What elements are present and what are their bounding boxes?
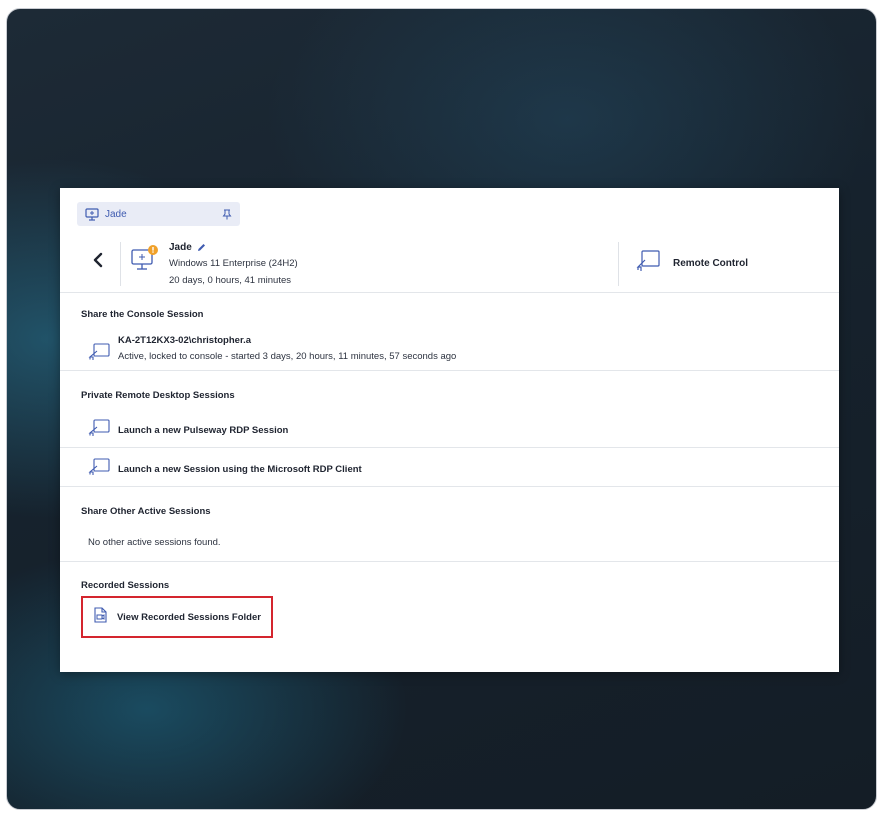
header-divider bbox=[120, 242, 121, 286]
remote-control-label: Remote Control bbox=[673, 257, 748, 269]
remote-control-button[interactable]: Remote Control bbox=[635, 249, 748, 277]
device-tab-label: Jade bbox=[105, 208, 127, 220]
view-recorded-sessions-label: View Recorded Sessions Folder bbox=[117, 611, 261, 623]
microsoft-rdp-item[interactable]: Launch a new Session using the Microsoft… bbox=[88, 458, 362, 481]
divider bbox=[60, 447, 839, 448]
divider bbox=[60, 292, 839, 293]
remote-control-panel: Jade Jade Windows 11 Enterprise (24H2) 2… bbox=[60, 188, 839, 672]
section-title-recorded: Recorded Sessions bbox=[81, 580, 170, 591]
device-name: Jade bbox=[169, 242, 206, 253]
remote-session-icon bbox=[88, 458, 110, 481]
pulseway-rdp-item[interactable]: Launch a new Pulseway RDP Session bbox=[88, 419, 288, 442]
device-os: Windows 11 Enterprise (24H2) bbox=[169, 258, 298, 269]
header-divider-right bbox=[618, 242, 619, 286]
section-title-private: Private Remote Desktop Sessions bbox=[81, 390, 235, 401]
device-uptime: 20 days, 0 hours, 41 minutes bbox=[169, 275, 291, 286]
pin-icon[interactable] bbox=[222, 209, 232, 220]
console-session-user: KA-2T12KX3-02\christopher.a bbox=[118, 335, 252, 346]
pulseway-rdp-label: Launch a new Pulseway RDP Session bbox=[118, 425, 289, 436]
device-tab[interactable]: Jade bbox=[77, 202, 240, 226]
divider bbox=[60, 486, 839, 487]
desktop-background: Jade Jade Windows 11 Enterprise (24H2) 2… bbox=[6, 8, 877, 810]
remote-session-icon bbox=[635, 249, 661, 277]
divider bbox=[60, 370, 839, 371]
remote-session-icon bbox=[88, 343, 110, 366]
device-name-text: Jade bbox=[169, 242, 192, 253]
console-session-item[interactable]: KA-2T12KX3-02\christopher.a Active, lock… bbox=[88, 333, 588, 367]
section-title-console: Share the Console Session bbox=[81, 309, 204, 320]
device-header: Jade Windows 11 Enterprise (24H2) 20 day… bbox=[60, 236, 839, 292]
microsoft-rdp-label: Launch a new Session using the Microsoft… bbox=[118, 464, 362, 475]
chevron-left-icon bbox=[93, 252, 103, 273]
device-status-icon bbox=[130, 244, 162, 274]
video-file-icon bbox=[94, 606, 107, 628]
view-recorded-sessions-button[interactable]: View Recorded Sessions Folder bbox=[81, 596, 273, 638]
pencil-icon[interactable] bbox=[197, 243, 206, 252]
back-button[interactable] bbox=[88, 250, 108, 274]
section-title-other: Share Other Active Sessions bbox=[81, 506, 211, 517]
empty-sessions-note: No other active sessions found. bbox=[88, 537, 221, 548]
remote-session-icon bbox=[88, 419, 110, 442]
console-session-status: Active, locked to console - started 3 da… bbox=[118, 351, 457, 362]
divider bbox=[60, 561, 839, 562]
monitor-icon bbox=[85, 207, 99, 221]
